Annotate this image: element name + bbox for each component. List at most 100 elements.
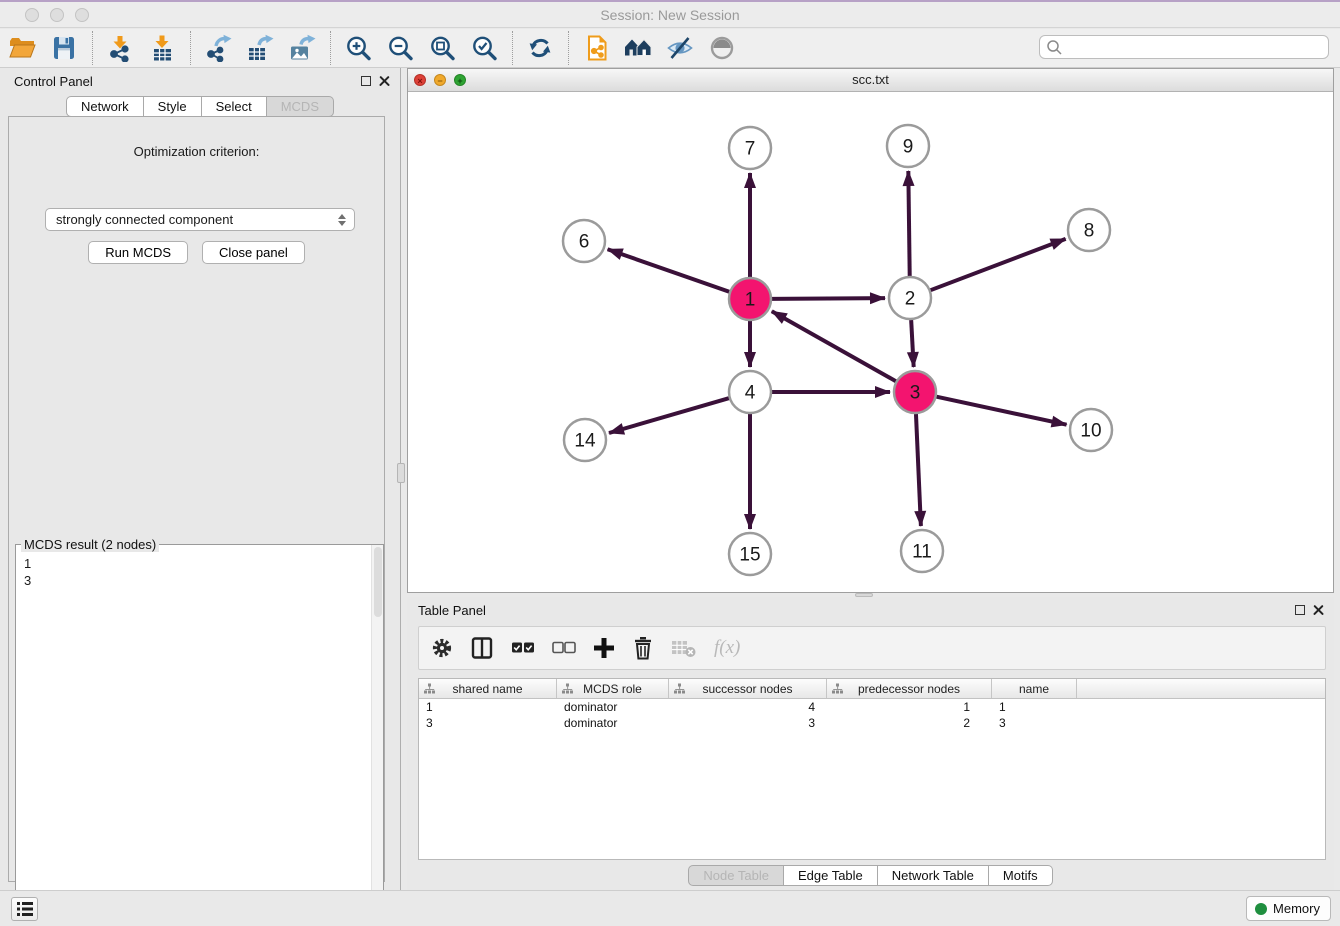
table-cell[interactable]: 2 xyxy=(827,715,992,731)
table-panel-tabs: Node TableEdge TableNetwork TableMotifs xyxy=(407,865,1334,886)
float-table-panel-icon[interactable] xyxy=(1295,605,1305,615)
tab-edge-table[interactable]: Edge Table xyxy=(784,865,878,886)
graph-node-1[interactable]: 1 xyxy=(729,278,771,320)
tab-mcds[interactable]: MCDS xyxy=(267,96,334,117)
show-all-button[interactable] xyxy=(706,31,738,65)
graph-edge-2-9[interactable] xyxy=(908,171,909,276)
control-panel-title: Control Panel xyxy=(14,74,93,89)
houses-icon xyxy=(624,34,652,62)
task-history-button[interactable] xyxy=(11,897,38,921)
export-image-button[interactable] xyxy=(286,31,318,65)
graph-edge-2-3[interactable] xyxy=(911,320,914,367)
graph-edge-3-10[interactable] xyxy=(937,397,1067,425)
show-columns-button[interactable] xyxy=(470,636,494,660)
close-panel-icon[interactable] xyxy=(379,75,390,86)
table-cell[interactable]: 1 xyxy=(992,699,1077,715)
apply-layout-button[interactable] xyxy=(524,31,556,65)
list-icon xyxy=(16,901,34,917)
hide-selected-button[interactable] xyxy=(664,31,696,65)
table-cell[interactable]: 1 xyxy=(827,699,992,715)
network-window-title: scc.txt xyxy=(408,69,1333,91)
table-cell[interactable]: dominator xyxy=(557,715,669,731)
network-close-button[interactable]: × xyxy=(414,74,426,86)
import-table-button[interactable] xyxy=(146,31,178,65)
select-all-button[interactable] xyxy=(511,641,535,655)
memory-button[interactable]: Memory xyxy=(1246,896,1331,921)
table-row[interactable]: 1dominator411 xyxy=(419,699,1325,715)
import-network-button[interactable] xyxy=(104,31,136,65)
create-column-button[interactable] xyxy=(593,637,615,659)
zoom-fit-button[interactable] xyxy=(426,31,458,65)
search-input[interactable] xyxy=(1063,40,1328,54)
tab-motifs[interactable]: Motifs xyxy=(989,865,1053,886)
network-minimize-button[interactable]: − xyxy=(434,74,446,86)
result-scrollbar[interactable] xyxy=(371,545,383,925)
table-header-row: shared nameMCDS rolesuccessor nodesprede… xyxy=(419,679,1325,699)
delete-column-button[interactable] xyxy=(632,636,654,660)
column-header-name[interactable]: name xyxy=(992,679,1077,698)
graph-node-3[interactable]: 3 xyxy=(894,371,936,413)
table-cell[interactable]: dominator xyxy=(557,699,669,715)
close-table-panel-icon[interactable] xyxy=(1313,604,1324,615)
table-cell[interactable]: 3 xyxy=(669,715,827,731)
close-panel-button[interactable]: Close panel xyxy=(202,241,305,264)
table-cell[interactable]: 4 xyxy=(669,699,827,715)
new-network-from-selection-button[interactable] xyxy=(580,31,612,65)
graph-node-8[interactable]: 8 xyxy=(1068,209,1110,251)
network-canvas[interactable]: 7 9 6 8 1 2 4 3 14 10 15 11 xyxy=(408,92,1333,592)
tab-network[interactable]: Network xyxy=(66,96,144,117)
column-header-predecessor-nodes[interactable]: predecessor nodes xyxy=(827,679,992,698)
memory-status-icon xyxy=(1255,903,1267,915)
column-header-MCDS-role[interactable]: MCDS role xyxy=(557,679,669,698)
network-maximize-button[interactable]: + xyxy=(454,74,466,86)
zoom-selected-button[interactable] xyxy=(468,31,500,65)
graph-node-10[interactable]: 10 xyxy=(1070,409,1112,451)
graph-node-9[interactable]: 9 xyxy=(887,125,929,167)
save-session-button[interactable] xyxy=(48,31,80,65)
graph-edge-2-8[interactable] xyxy=(931,239,1066,290)
search-box[interactable] xyxy=(1039,35,1329,59)
tab-network-table[interactable]: Network Table xyxy=(878,865,989,886)
graph-node-2[interactable]: 2 xyxy=(889,277,931,319)
export-network-button[interactable] xyxy=(202,31,234,65)
selected-option: strongly connected component xyxy=(56,212,338,227)
unselect-all-button[interactable] xyxy=(552,641,576,655)
graph-edge-3-11[interactable] xyxy=(916,414,921,526)
graph-node-7[interactable]: 7 xyxy=(729,127,771,169)
toolbar-separator xyxy=(568,31,569,65)
window-title: Session: New Session xyxy=(0,7,1340,23)
column-header-shared-name[interactable]: shared name xyxy=(419,679,557,698)
zoom-in-button[interactable] xyxy=(342,31,374,65)
panel-splitter-handle[interactable] xyxy=(397,463,405,483)
graph-node-11[interactable]: 11 xyxy=(901,530,943,572)
graph-edge-1-2[interactable] xyxy=(772,298,885,299)
optimization-criterion-select[interactable]: strongly connected component xyxy=(45,208,355,231)
table-settings-button[interactable] xyxy=(431,637,453,659)
graph-node-4[interactable]: 4 xyxy=(729,371,771,413)
float-panel-icon[interactable] xyxy=(361,76,371,86)
zoom-out-button[interactable] xyxy=(384,31,416,65)
svg-text:1: 1 xyxy=(745,290,756,311)
tab-node-table[interactable]: Node Table xyxy=(688,865,784,886)
first-neighbors-button[interactable] xyxy=(622,31,654,65)
node-table[interactable]: shared nameMCDS rolesuccessor nodesprede… xyxy=(418,678,1326,860)
run-mcds-button[interactable]: Run MCDS xyxy=(88,241,188,264)
network-window-titlebar[interactable]: × − + scc.txt xyxy=(408,69,1333,92)
column-header-successor-nodes[interactable]: successor nodes xyxy=(669,679,827,698)
graph-edge-4-14[interactable] xyxy=(609,398,729,433)
table-row[interactable]: 3dominator323 xyxy=(419,715,1325,731)
graph-edge-1-6[interactable] xyxy=(608,249,730,291)
table-cell[interactable]: 3 xyxy=(992,715,1077,731)
tab-style[interactable]: Style xyxy=(144,96,202,117)
graph-node-6[interactable]: 6 xyxy=(563,220,605,262)
graph-node-14[interactable]: 14 xyxy=(564,419,606,461)
open-session-button[interactable] xyxy=(6,31,38,65)
table-cell[interactable]: 1 xyxy=(419,699,557,715)
graph-node-15[interactable]: 15 xyxy=(729,533,771,575)
app-titlebar: Session: New Session xyxy=(0,2,1340,28)
graph-edge-3-1[interactable] xyxy=(772,311,896,381)
control-panel-tabs: NetworkStyleSelectMCDS xyxy=(0,96,400,117)
tab-select[interactable]: Select xyxy=(202,96,267,117)
export-table-button[interactable] xyxy=(244,31,276,65)
table-cell[interactable]: 3 xyxy=(419,715,557,731)
